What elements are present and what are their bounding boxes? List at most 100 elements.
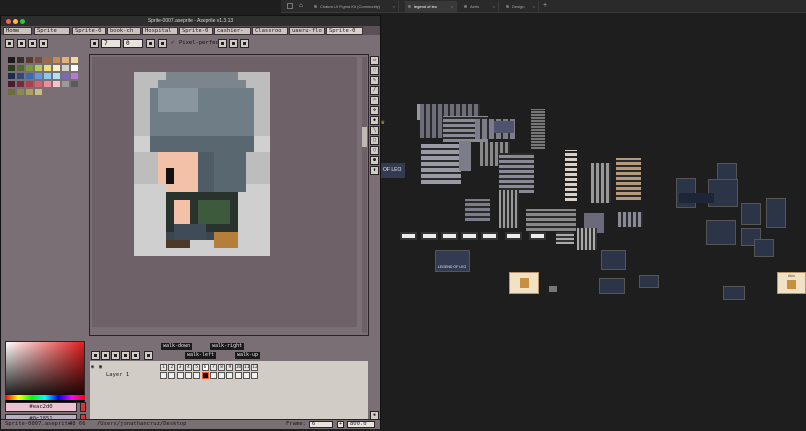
palette-swatch[interactable] [26, 57, 33, 63]
frame-number[interactable]: 8 [218, 364, 226, 371]
palette-swatch[interactable] [71, 81, 78, 87]
color-spectrum[interactable] [5, 341, 85, 403]
palette-swatch[interactable] [62, 57, 69, 63]
frame-thumb[interactable] [556, 232, 574, 244]
frame-thumb[interactable] [529, 232, 546, 240]
frame-thumb[interactable] [549, 286, 557, 292]
frame-cel[interactable] [193, 372, 201, 379]
frame-number[interactable]: 2 [168, 364, 176, 371]
palette-swatch[interactable] [26, 73, 33, 79]
tab-sprite-0[interactable]: Sprite-0 [72, 27, 106, 35]
blur-tool-icon[interactable]: ● [370, 156, 379, 165]
frame-cel[interactable] [209, 372, 217, 379]
tab-hospital[interactable]: Hospital [142, 27, 178, 35]
frame-thumb[interactable] [441, 232, 458, 240]
palette-swatch[interactable] [8, 81, 15, 87]
brush-size-input[interactable]: 7 [101, 39, 121, 48]
frame-cel[interactable] [176, 372, 184, 379]
frame-legend-of-leo[interactable]: LEGEND OF LEO [435, 250, 470, 272]
palette-swatch[interactable] [8, 57, 15, 63]
palette-swatch[interactable] [71, 57, 78, 63]
character-card[interactable]: Aleo [777, 272, 806, 294]
frame-thumb[interactable] [481, 232, 498, 240]
frame-thumb[interactable] [766, 198, 786, 228]
frame-cel[interactable] [251, 372, 259, 379]
palette-swatch[interactable] [8, 89, 15, 95]
zoom-menu-icon[interactable]: + [337, 421, 344, 428]
palette-swatch[interactable] [35, 65, 42, 71]
vertical-scrollbar[interactable] [362, 57, 367, 333]
palette-swatch[interactable] [35, 89, 42, 95]
tab-sprite-0-active[interactable]: Sprite-0 [326, 27, 363, 35]
brush-shape-icon[interactable] [90, 39, 99, 48]
frame-thumb[interactable] [591, 163, 611, 203]
frame-cel[interactable] [168, 372, 176, 379]
palette-swatch[interactable] [53, 57, 60, 63]
palette-swatch[interactable] [8, 65, 15, 71]
tab-cashier[interactable]: cashier- [214, 27, 251, 35]
ellipse-tool-icon[interactable]: ○ [370, 146, 379, 155]
palette-swatch[interactable] [17, 65, 24, 71]
palette-swatch[interactable] [8, 73, 15, 79]
ink-icon[interactable] [146, 39, 155, 48]
palette-swatch[interactable] [17, 81, 24, 87]
tab-uaeru-flo[interactable]: uaeru-flo [289, 27, 325, 35]
palette-swatch[interactable] [44, 57, 51, 63]
frame-thumb[interactable] [531, 109, 545, 149]
fill-tool-icon[interactable]: ◆ [370, 116, 379, 125]
close-icon[interactable]: × [393, 1, 395, 12]
frame-cel[interactable] [218, 372, 226, 379]
palette-swatch[interactable] [35, 57, 42, 63]
palette-swatch[interactable] [35, 73, 42, 79]
frame-thumb[interactable] [616, 158, 641, 200]
frame-of-leo[interactable]: OF LEO [381, 163, 405, 178]
palette-swatch[interactable] [62, 81, 69, 87]
frame-thumb[interactable] [679, 193, 714, 203]
home-icon[interactable]: ⌂ [299, 2, 303, 9]
frame-thumb[interactable] [577, 228, 597, 250]
close-icon[interactable]: × [493, 1, 495, 12]
extra-icon[interactable] [240, 39, 249, 48]
palette-swatch[interactable] [62, 73, 69, 79]
frame-number[interactable]: 11 [243, 364, 250, 371]
frame-number[interactable]: 6 [201, 364, 209, 371]
frame-thumb[interactable] [741, 203, 761, 225]
frame-number[interactable]: 3 [176, 364, 184, 371]
text-tool-icon[interactable]: ◗ [370, 166, 379, 175]
frame-thumb[interactable] [723, 286, 745, 300]
character-card[interactable] [509, 272, 539, 294]
tab-sprite-0b[interactable]: Sprite-0 [179, 27, 213, 35]
move-tool-icon[interactable]: ✥ [370, 106, 379, 115]
options-icon[interactable] [218, 39, 227, 48]
frame-cel[interactable] [226, 372, 234, 379]
pixel-perfect-icon[interactable]: ✓ [171, 39, 175, 46]
frame-thumb[interactable] [599, 278, 625, 294]
opacity-input[interactable]: 0 [123, 39, 143, 48]
frame-cel[interactable] [184, 372, 192, 379]
frame-number[interactable]: 10 [234, 364, 242, 371]
frame-number[interactable]: 1 [160, 364, 167, 371]
palette-swatch[interactable] [44, 81, 51, 87]
frame-thumb[interactable] [706, 220, 736, 245]
layers-icon[interactable] [28, 39, 37, 48]
layout-icon[interactable] [287, 3, 293, 9]
frame-thumb[interactable] [421, 232, 438, 240]
line-tool-icon[interactable]: ╲ [370, 126, 379, 135]
frame-number[interactable]: 7 [209, 364, 217, 371]
close-icon[interactable]: × [451, 1, 453, 12]
frame-cel[interactable] [234, 372, 242, 379]
frame-thumb[interactable] [421, 144, 461, 184]
lasso-tool-icon[interactable]: ◌ [370, 66, 379, 75]
frame-thumb[interactable] [526, 209, 576, 231]
frame-cel[interactable] [201, 372, 209, 379]
palette-swatch[interactable] [53, 73, 60, 79]
tab-design[interactable]: Design × [503, 1, 539, 12]
frame-number[interactable]: 9 [226, 364, 234, 371]
palette-swatch[interactable] [44, 73, 51, 79]
frame-thumb[interactable] [459, 141, 471, 171]
frame-thumb[interactable] [505, 232, 522, 240]
symmetry-icon[interactable] [158, 39, 167, 48]
tab-aeris[interactable]: Aeris × [461, 1, 499, 12]
palette-swatch[interactable] [71, 65, 78, 71]
palette-swatch[interactable] [53, 81, 60, 87]
